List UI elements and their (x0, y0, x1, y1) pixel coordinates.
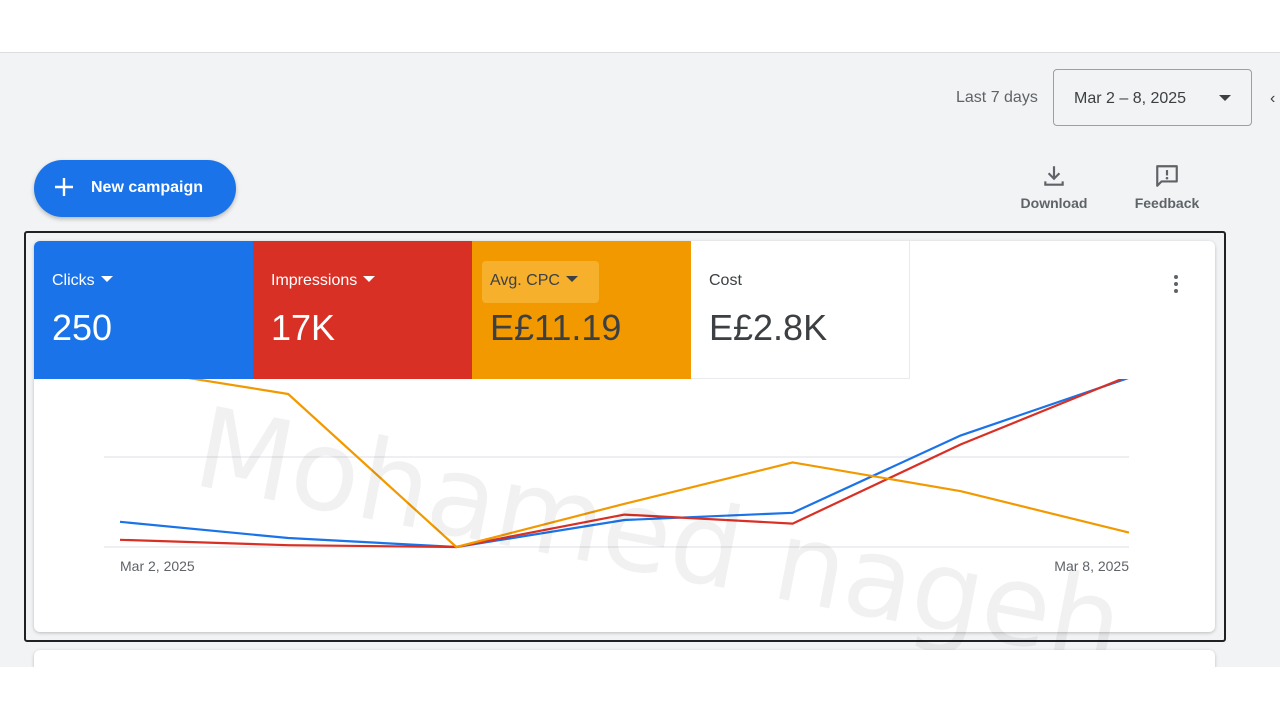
metric-avg-cpc-value: E£11.19 (490, 307, 622, 348)
metric-avg-cpc[interactable]: Avg. CPC E£11.19 (472, 241, 691, 379)
series-line-impressions (119, 379, 1125, 549)
metric-cost[interactable]: Cost E£2.8K (691, 241, 910, 379)
chevron-left-icon[interactable]: ‹ (1270, 90, 1275, 108)
metric-avg-cpc-label: Avg. CPC (490, 272, 578, 290)
metric-clicks[interactable]: Clicks 250 (34, 241, 253, 379)
plus-icon (55, 178, 73, 196)
metric-impressions-value: 17K (271, 307, 336, 348)
feedback-icon (1156, 165, 1178, 187)
download-icon (1044, 166, 1064, 186)
metric-clicks-value: 250 (52, 307, 113, 348)
next-card (34, 650, 1215, 667)
performance-card: Clicks 250 Impressions 17K Avg. CPC E£11… (34, 241, 1215, 632)
feedback-button[interactable]: Feedback (1122, 163, 1212, 215)
date-range-select[interactable]: Mar 2 – 8, 2025 (1053, 69, 1252, 126)
chevron-down-icon (363, 276, 376, 282)
x-tick-label: Mar 8, 2025 (1054, 558, 1129, 574)
metric-cost-label: Cost (709, 272, 742, 289)
metric-cost-value: E£2.8K (709, 307, 828, 348)
performance-chart: Mar 2, 2025 Mar 8, 2025 (104, 379, 1130, 574)
series-line-avg-cpc (187, 379, 1130, 549)
metric-impressions[interactable]: Impressions 17K (253, 241, 472, 379)
new-campaign-button[interactable]: New campaign (34, 160, 236, 217)
download-button[interactable]: Download (1009, 163, 1099, 215)
date-range-label: Last 7 days (956, 89, 1038, 106)
chevron-down-icon (100, 276, 113, 282)
chevron-down-icon (1219, 95, 1231, 101)
metric-impressions-label: Impressions (271, 272, 376, 290)
metric-clicks-label: Clicks (52, 272, 113, 290)
app-main: Last 7 days Mar 2 – 8, 2025 ‹ New campai… (0, 52, 1280, 667)
series-line-clicks (119, 379, 1129, 549)
chevron-down-icon (565, 276, 578, 282)
x-tick-label: Mar 2, 2025 (120, 558, 195, 574)
more-vert-icon[interactable] (1169, 273, 1183, 297)
download-label: Download (1020, 195, 1088, 211)
date-range-value: Mar 2 – 8, 2025 (1074, 90, 1187, 107)
new-campaign-label: New campaign (91, 179, 204, 196)
feedback-label: Feedback (1134, 195, 1200, 211)
